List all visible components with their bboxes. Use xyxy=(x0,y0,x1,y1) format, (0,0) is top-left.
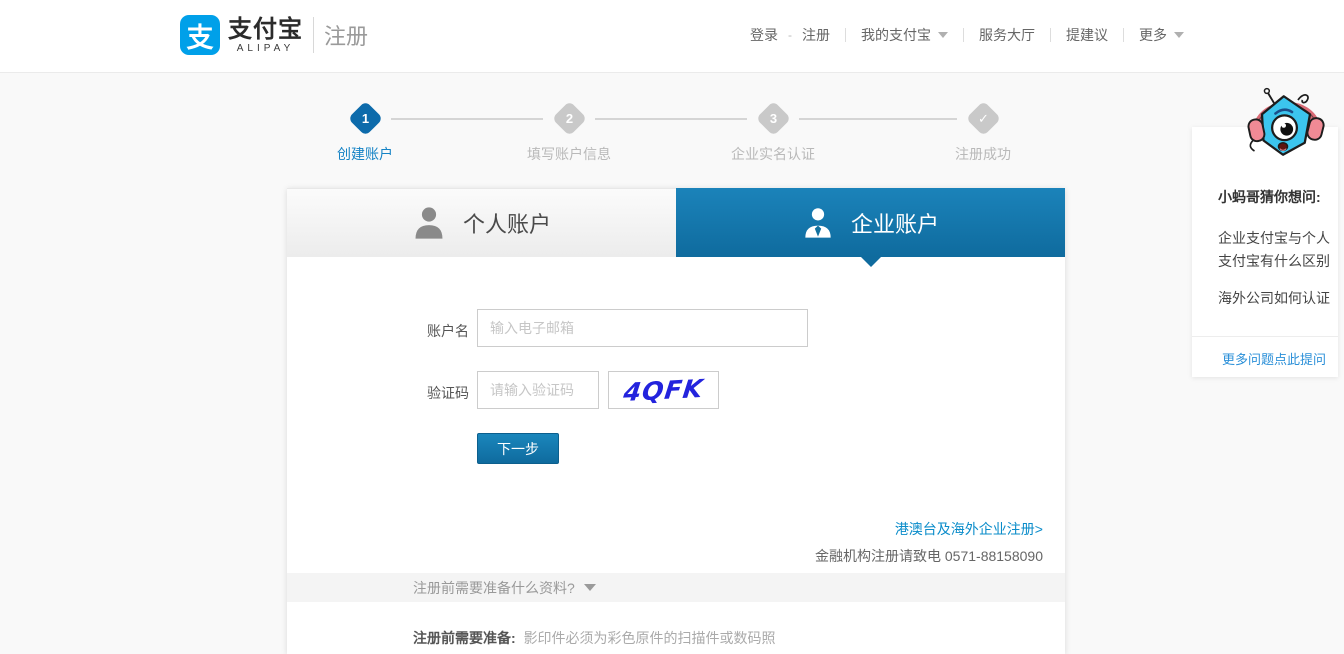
nav-login[interactable]: 登录 xyxy=(750,25,778,45)
helper-divider xyxy=(1192,336,1338,337)
step-1-label: 创建账户 xyxy=(337,146,393,162)
nav-more-label: 更多 xyxy=(1139,27,1167,43)
account-type-tabs: 个人账户 企业账户 xyxy=(287,188,1065,267)
step-2-number: 2 xyxy=(565,111,574,126)
active-tab-notch xyxy=(860,257,881,267)
step-1-marker: 1 xyxy=(347,100,384,137)
brand-en: ALIPAY xyxy=(236,42,295,54)
top-nav: 登录 - 注册 我的支付宝 服务大厅 提建议 更多 xyxy=(750,26,1184,44)
alipay-logo-icon: 支 xyxy=(180,15,220,55)
helper-question-2[interactable]: 海外公司如何认证 xyxy=(1218,287,1332,310)
prep-note-text: 影印件必须为彩色原件的扫描件或数码照 xyxy=(523,630,776,646)
step-2-marker: 2 xyxy=(551,100,588,137)
nav-my-alipay[interactable]: 我的支付宝 xyxy=(861,25,948,45)
captcha-input[interactable] xyxy=(477,371,599,409)
overseas-register-link[interactable]: 港澳台及海外企业注册> xyxy=(895,519,1043,539)
nav-separator xyxy=(1050,28,1051,42)
nav-service-hall[interactable]: 服务大厅 xyxy=(979,25,1035,45)
account-name-label: 账户名 xyxy=(427,323,469,339)
helper-more-link[interactable]: 更多问题点此提问 xyxy=(1222,349,1326,368)
page-title: 注册 xyxy=(324,24,369,49)
step-2-label: 填写账户信息 xyxy=(527,146,611,162)
tab-personal-account[interactable]: 个人账户 xyxy=(287,188,676,257)
business-person-icon xyxy=(802,204,834,242)
top-header: 支 支付宝 ALIPAY 注册 登录 - 注册 我的支付宝 服务大厅 提建议 更… xyxy=(0,0,1344,73)
tab-enterprise-account[interactable]: 企业账户 xyxy=(676,188,1065,267)
helper-title: 小蚂哥猜你想问: xyxy=(1218,189,1321,205)
prep-note-label: 注册前需要准备: xyxy=(413,630,516,646)
step-4-marker-check-icon: ✓ xyxy=(965,100,1002,137)
alipay-logo[interactable]: 支 支付宝 ALIPAY 注册 xyxy=(180,15,368,55)
tab-enterprise-label: 企业账户 xyxy=(850,211,939,237)
prep-materials-toggle[interactable]: 注册前需要准备什么资料? xyxy=(287,573,1065,602)
account-email-input[interactable] xyxy=(477,309,808,347)
nav-separator xyxy=(963,28,964,42)
captcha-image[interactable]: 4QFK xyxy=(608,371,719,409)
nav-dash: - xyxy=(788,28,792,42)
step-3-number: 3 xyxy=(769,111,778,126)
nav-separator xyxy=(845,28,846,42)
step-1-number: 1 xyxy=(361,111,370,126)
chevron-down-icon xyxy=(1174,32,1184,38)
registration-page: 支 支付宝 ALIPAY 注册 登录 - 注册 我的支付宝 服务大厅 提建议 更… xyxy=(0,0,1344,654)
tab-personal-label: 个人账户 xyxy=(462,212,551,237)
captcha-label: 验证码 xyxy=(427,385,469,401)
prep-question-label: 注册前需要准备什么资料? xyxy=(413,579,575,596)
helper-question-1[interactable]: 企业支付宝与个人支付宝有什么区别 xyxy=(1218,227,1332,273)
next-step-button[interactable]: 下一步 xyxy=(477,433,559,464)
person-icon xyxy=(412,204,446,242)
brand-cn: 支付宝 xyxy=(228,15,303,43)
prep-note: 注册前需要准备: 影印件必须为彩色原件的扫描件或数码照 xyxy=(413,628,776,648)
step-connector xyxy=(391,118,543,120)
chevron-down-icon xyxy=(938,32,948,38)
captcha-code: 4QFK xyxy=(621,373,706,407)
brand-text: 支付宝 ALIPAY xyxy=(228,15,303,54)
check-icon: ✓ xyxy=(978,111,989,126)
nav-feedback[interactable]: 提建议 xyxy=(1066,25,1108,45)
step-3-marker: 3 xyxy=(755,100,792,137)
nav-my-alipay-label: 我的支付宝 xyxy=(861,27,931,43)
register-panel: 个人账户 企业账户 账户名 验证码 4QFK 下一步 港澳台及海 xyxy=(287,188,1065,654)
logo-divider xyxy=(313,17,314,53)
step-3-label: 企业实名认证 xyxy=(731,146,815,162)
nav-separator xyxy=(1123,28,1124,42)
chevron-down-icon xyxy=(583,584,596,591)
step-4-label: 注册成功 xyxy=(955,146,1011,162)
nav-register[interactable]: 注册 xyxy=(802,25,830,45)
nav-more[interactable]: 更多 xyxy=(1139,25,1184,45)
alipay-logo-glyph: 支 xyxy=(186,22,214,53)
step-connector xyxy=(595,118,747,120)
step-connector xyxy=(799,118,957,120)
mascot-robot-icon xyxy=(1241,86,1331,167)
finance-hotline-text: 金融机构注册请致电 0571-88158090 xyxy=(815,548,1043,564)
